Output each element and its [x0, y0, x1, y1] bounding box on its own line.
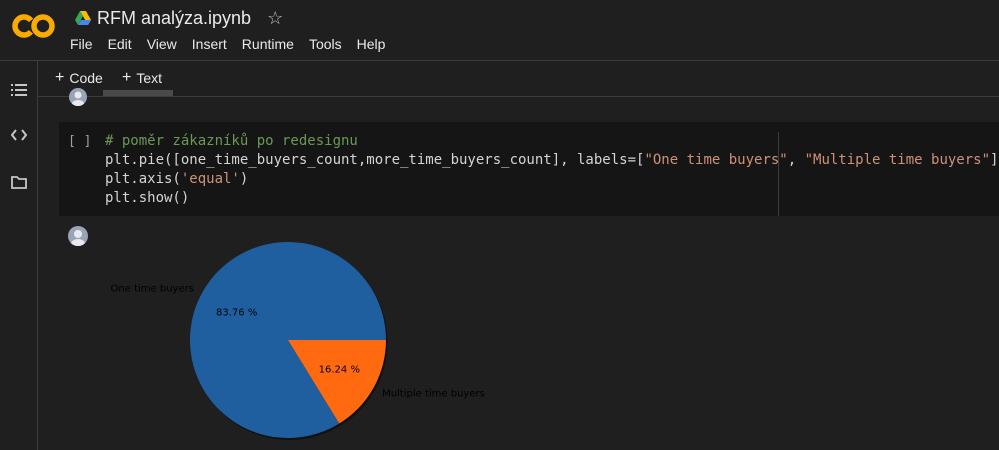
add-text-button[interactable]: + Text — [122, 69, 163, 87]
add-code-label: Code — [69, 70, 103, 86]
menu-runtime[interactable]: Runtime — [242, 36, 294, 52]
output-avatar-icon — [68, 226, 88, 246]
notebook-toolbar: + Code + Text — [38, 61, 999, 97]
pie-value-label: 16.24 % — [319, 365, 360, 376]
add-code-button[interactable]: + Code — [55, 69, 103, 87]
line-length-ruler — [778, 132, 779, 216]
plus-icon: + — [122, 69, 132, 86]
previous-output-avatar-icon — [69, 88, 87, 106]
code-line: plt.show() — [105, 190, 190, 206]
files-icon[interactable] — [10, 173, 28, 191]
title-row: RFM analýza.ipynb ☆ — [75, 6, 283, 30]
add-text-label: Text — [136, 70, 163, 86]
pie-value-label: 83.76 % — [216, 307, 257, 318]
google-drive-icon[interactable] — [75, 11, 91, 25]
code-editor[interactable]: # poměr zákazníků po redesignu plt.pie([o… — [105, 132, 998, 208]
menu-edit[interactable]: Edit — [108, 36, 132, 52]
star-icon[interactable]: ☆ — [267, 9, 283, 27]
pie-chart: 83.76 % One time buyers 16.24 % Multiple ti… — [111, 241, 485, 440]
menu-bar: File Edit View Insert Runtime Tools Help — [70, 36, 400, 52]
code-line: plt.pie([one_time_buyers_count,more_time… — [105, 152, 999, 168]
code-snippets-icon[interactable] — [10, 126, 28, 144]
run-cell-button[interactable]: [ ] — [68, 134, 91, 149]
toc-icon[interactable] — [10, 81, 28, 99]
code-line: # poměr zákazníků po redesignu — [105, 133, 358, 149]
code-cell[interactable]: [ ] # poměr zákazníků po redesignu plt.pi… — [59, 122, 999, 216]
previous-cell-output — [103, 90, 173, 96]
menu-help[interactable]: Help — [357, 36, 386, 52]
top-bar: RFM analýza.ipynb ☆ File Edit View Inser… — [0, 0, 999, 61]
menu-file[interactable]: File — [70, 36, 93, 52]
menu-view[interactable]: View — [147, 36, 177, 52]
pie-category-label: Multiple time buyers — [382, 389, 485, 400]
code-line: plt.axis('equal') — [105, 171, 249, 187]
pie-category-label: One time buyers — [111, 283, 194, 294]
menu-insert[interactable]: Insert — [192, 36, 227, 52]
colab-logo[interactable] — [12, 10, 56, 42]
menu-tools[interactable]: Tools — [309, 36, 342, 52]
left-sidebar — [0, 61, 38, 450]
plus-icon: + — [55, 69, 65, 86]
notebook-title[interactable]: RFM analýza.ipynb — [97, 8, 251, 29]
